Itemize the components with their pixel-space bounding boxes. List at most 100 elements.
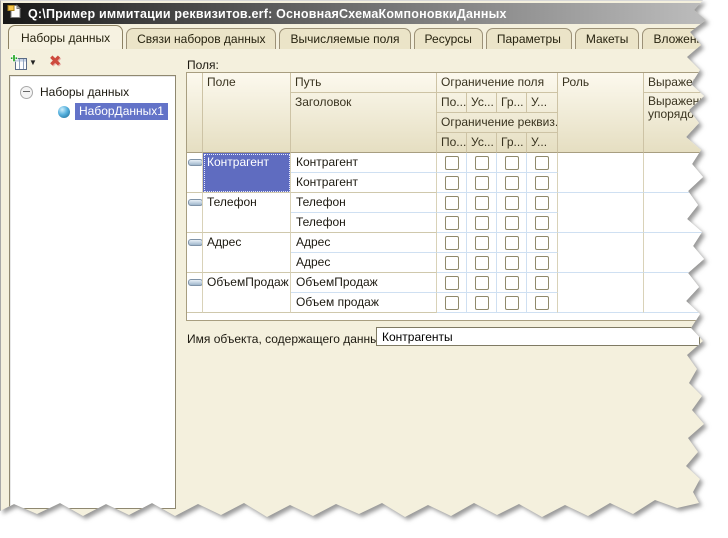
- header-path[interactable]: Путь: [291, 73, 437, 93]
- checkbox-field-restriction-group[interactable]: [497, 233, 527, 253]
- tab-data-sets[interactable]: Наборы данных: [8, 25, 123, 49]
- object-name-input[interactable]: [376, 327, 700, 346]
- collapse-expander-icon[interactable]: [20, 86, 33, 99]
- checkbox-attr-restriction-group[interactable]: [497, 293, 527, 313]
- checkbox-field-restriction-order[interactable]: [527, 153, 558, 173]
- checkbox-field-restriction-condition[interactable]: [467, 273, 497, 293]
- checkbox-field-restriction-field[interactable]: [437, 233, 467, 253]
- checkbox-field-restriction-order[interactable]: [527, 233, 558, 253]
- checkbox-field-restriction-condition[interactable]: [467, 153, 497, 173]
- field-cell[interactable]: Адрес: [203, 233, 291, 273]
- header-sub-group[interactable]: Гр...: [497, 93, 527, 113]
- field-cell[interactable]: ОбъемПродаж: [203, 273, 291, 313]
- add-table-icon: [10, 54, 28, 71]
- checkbox-field-restriction-field[interactable]: [437, 273, 467, 293]
- header-attribute-restriction[interactable]: Ограничение реквиз...: [437, 113, 558, 133]
- checkbox-attr-restriction-group[interactable]: [497, 253, 527, 273]
- expression-cell[interactable]: [644, 273, 704, 313]
- checkbox-attr-restriction-field[interactable]: [437, 173, 467, 193]
- checkbox-attr-restriction-field[interactable]: [437, 293, 467, 313]
- row-handle[interactable]: [187, 273, 203, 313]
- tab-templates[interactable]: Макеты: [575, 28, 640, 49]
- checkbox-attr-restriction-group[interactable]: [497, 173, 527, 193]
- checkbox-field-restriction-group[interactable]: [497, 193, 527, 213]
- tab-nested-schemas[interactable]: Вложенные схемы: [642, 28, 728, 49]
- torn-paper-edge: Q:\Пример иммитации реквизитов.erf: Осно…: [0, 0, 728, 538]
- header-order-expression[interactable]: Выражения упорядочива: [644, 93, 704, 153]
- role-cell[interactable]: [558, 273, 644, 313]
- checkbox-attr-restriction-group[interactable]: [497, 213, 527, 233]
- checkbox-field-restriction-group[interactable]: [497, 273, 527, 293]
- delete-dataset-button[interactable]: ✖: [49, 55, 62, 69]
- field-row-icon: [188, 159, 203, 166]
- tab-calculated-fields[interactable]: Вычисляемые поля: [279, 28, 410, 49]
- checkbox-field-restriction-field[interactable]: [437, 153, 467, 173]
- header-sub-condition-2[interactable]: Ус...: [467, 133, 497, 153]
- checkbox-field-restriction-group[interactable]: [497, 153, 527, 173]
- checkbox-attr-restriction-field[interactable]: [437, 213, 467, 233]
- header-title[interactable]: Заголовок: [291, 93, 437, 153]
- role-cell[interactable]: [558, 153, 644, 193]
- checkbox-field-restriction-condition[interactable]: [467, 233, 497, 253]
- screenshot-stage: Q:\Пример иммитации реквизитов.erf: Осно…: [0, 0, 728, 538]
- checkbox-attr-restriction-field[interactable]: [437, 253, 467, 273]
- expression-cell[interactable]: [644, 193, 704, 233]
- fields-caption: Поля:: [187, 58, 219, 72]
- object-name-label: Имя объекта, содержащего данные:: [187, 332, 389, 346]
- title-cell[interactable]: Адрес: [291, 253, 437, 273]
- fields-table: Поле Путь Заголовок Ограничение поля По.…: [186, 72, 705, 321]
- tab-resources[interactable]: Ресурсы: [414, 28, 483, 49]
- header-field[interactable]: Поле: [203, 73, 291, 153]
- datasets-tree-panel[interactable]: Наборы данных НаборДанных1: [9, 75, 176, 509]
- checkbox-attr-restriction-order[interactable]: [527, 173, 558, 193]
- header-role[interactable]: Роль: [558, 73, 644, 153]
- row-handle[interactable]: [187, 233, 203, 273]
- row-handle[interactable]: [187, 193, 203, 233]
- header-expression[interactable]: Выражени: [644, 73, 704, 93]
- table-empty-area: [187, 313, 704, 320]
- checkbox-attr-restriction-order[interactable]: [527, 213, 558, 233]
- header-sub-condition[interactable]: Ус...: [467, 93, 497, 113]
- expression-cell[interactable]: [644, 233, 704, 273]
- tree-item-label-selected[interactable]: НаборДанных1: [75, 103, 168, 120]
- checkbox-attr-restriction-order[interactable]: [527, 293, 558, 313]
- checkbox-attr-restriction-order[interactable]: [527, 253, 558, 273]
- checkbox-field-restriction-order[interactable]: [527, 273, 558, 293]
- checkbox-field-restriction-field[interactable]: [437, 193, 467, 213]
- title-cell[interactable]: Объем продаж: [291, 293, 437, 313]
- checkbox-attr-restriction-condition[interactable]: [467, 173, 497, 193]
- title-cell[interactable]: Контрагент: [291, 173, 437, 193]
- tree-item-dataset1[interactable]: НаборДанных1: [58, 103, 175, 120]
- checkbox-attr-restriction-condition[interactable]: [467, 213, 497, 233]
- path-cell[interactable]: Телефон: [291, 193, 437, 213]
- tree-root-row[interactable]: Наборы данных: [20, 85, 175, 99]
- path-cell[interactable]: Адрес: [291, 233, 437, 253]
- checkbox-field-restriction-condition[interactable]: [467, 193, 497, 213]
- checkbox-attr-restriction-condition[interactable]: [467, 253, 497, 273]
- role-cell[interactable]: [558, 193, 644, 233]
- field-cell-selected[interactable]: Контрагент: [203, 153, 291, 193]
- header-sub-order-2[interactable]: У...: [527, 133, 558, 153]
- window-title: Q:\Пример иммитации реквизитов.erf: Осно…: [28, 7, 507, 21]
- header-icon-column: [187, 73, 203, 153]
- header-sub-field[interactable]: По...: [437, 93, 467, 113]
- add-dropdown-caret-icon[interactable]: ▼: [29, 58, 37, 67]
- header-sub-field-2[interactable]: По...: [437, 133, 467, 153]
- tree-root-label[interactable]: Наборы данных: [40, 85, 129, 99]
- expression-cell[interactable]: [644, 153, 704, 193]
- tab-parameters[interactable]: Параметры: [486, 28, 572, 49]
- title-cell[interactable]: Телефон: [291, 213, 437, 233]
- title-bar[interactable]: Q:\Пример иммитации реквизитов.erf: Осно…: [3, 3, 728, 24]
- header-field-restriction[interactable]: Ограничение поля: [437, 73, 558, 93]
- row-handle[interactable]: [187, 153, 203, 193]
- path-cell[interactable]: Контрагент: [291, 153, 437, 173]
- role-cell[interactable]: [558, 233, 644, 273]
- tab-data-set-links[interactable]: Связи наборов данных: [126, 28, 276, 49]
- field-cell[interactable]: Телефон: [203, 193, 291, 233]
- add-dataset-button[interactable]: ▼: [10, 54, 37, 71]
- header-sub-order[interactable]: У...: [527, 93, 558, 113]
- checkbox-attr-restriction-condition[interactable]: [467, 293, 497, 313]
- checkbox-field-restriction-order[interactable]: [527, 193, 558, 213]
- header-sub-group-2[interactable]: Гр...: [497, 133, 527, 153]
- path-cell[interactable]: ОбъемПродаж: [291, 273, 437, 293]
